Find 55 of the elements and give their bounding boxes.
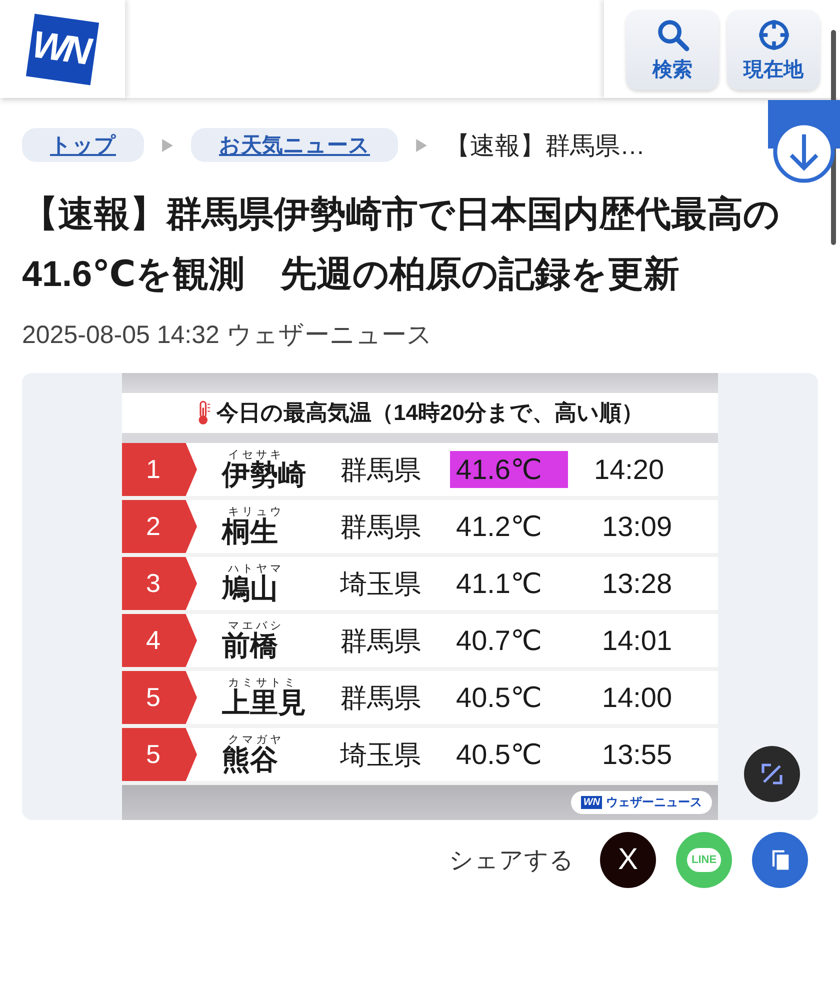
rank-badge: 3	[122, 557, 197, 610]
observation-time: 13:28	[602, 568, 672, 600]
rank-badge: 2	[122, 500, 197, 553]
name-reading: マエバシ	[228, 621, 285, 632]
temperature: 41.6℃	[450, 451, 568, 488]
rank-badge: 5	[122, 728, 197, 781]
name-reading: カミサトミ	[228, 678, 299, 689]
prefecture: 埼玉県	[340, 568, 422, 600]
share-label: シェアする	[449, 846, 574, 876]
credit-text: ウェザーニュース	[606, 794, 702, 811]
rank-badge: 5	[122, 671, 197, 724]
place-name: 鳩山	[222, 575, 279, 603]
place-name: 熊谷	[222, 746, 278, 774]
prefecture: 群馬県	[340, 510, 422, 544]
observation-time: 14:01	[602, 624, 672, 656]
observation-time: 13:55	[602, 738, 672, 770]
rank-badge: 1	[122, 443, 197, 496]
prefecture: 群馬県	[340, 454, 422, 486]
temperature: 41.2℃	[455, 510, 543, 544]
search-button[interactable]: 検索	[626, 10, 719, 90]
x-share-button[interactable]: X	[600, 832, 656, 888]
graphic-heading: 今日の最高気温（14時20分まで、高い順）	[216, 399, 644, 427]
rank-badge: 4	[122, 614, 197, 667]
breadcrumb-current: 【速報】群馬県…	[445, 130, 645, 162]
temperature: 40.5℃	[455, 681, 543, 715]
place-name: 前橋	[222, 632, 279, 660]
name-reading: キリュウ	[228, 507, 285, 518]
location-button[interactable]: 現在地	[727, 10, 820, 90]
article-meta: 2025-08-05 14:32 ウェザーニュース	[22, 320, 434, 351]
name-reading: クマガヤ	[228, 735, 285, 746]
logo[interactable]: WN	[26, 13, 100, 85]
temperature: 41.1℃	[455, 567, 543, 601]
observation-time: 13:09	[602, 510, 672, 542]
thermometer-icon	[196, 400, 211, 426]
place-name: 桐生	[222, 518, 278, 546]
scrollbar[interactable]	[831, 30, 836, 245]
prefecture: 埼玉県	[340, 738, 422, 772]
temperature: 40.5℃	[455, 738, 543, 772]
chevron-icon	[162, 138, 173, 152]
observation-time: 14:20	[594, 454, 664, 486]
breadcrumb-link[interactable]: お天気ニュース	[191, 128, 398, 162]
article-title: 【速報】群馬県伊勢崎市で日本国内歴代最高の41.6℃を観測 先週の柏原の記録を更新	[22, 192, 781, 296]
observation-time: 14:00	[602, 682, 672, 714]
credit-logo: WN	[581, 796, 602, 809]
chevron-icon	[416, 138, 427, 152]
place-name: 上里見	[222, 689, 307, 717]
breadcrumb-link[interactable]: トップ	[22, 128, 144, 162]
name-reading: イセサキ	[228, 450, 284, 461]
name-reading: ハトヤマ	[228, 564, 285, 575]
prefecture: 群馬県	[340, 624, 422, 658]
search-icon	[656, 18, 690, 52]
crosshair-icon	[756, 18, 790, 52]
place-name: 伊勢崎	[222, 461, 307, 489]
prefecture: 群馬県	[340, 682, 422, 714]
temperature: 40.7℃	[455, 624, 543, 658]
